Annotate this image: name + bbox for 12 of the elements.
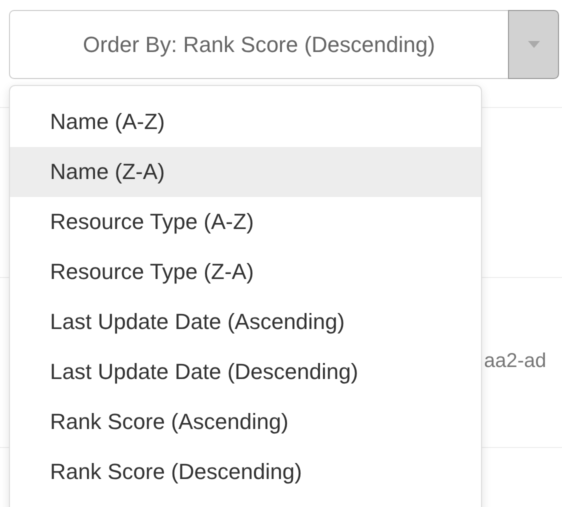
menu-item[interactable]: Resource Type (A-Z) xyxy=(10,197,481,247)
menu-item[interactable]: Resource Type (Z-A) xyxy=(10,247,481,297)
menu-item[interactable]: Last Update Date (Ascending) xyxy=(10,297,481,347)
menu-item[interactable]: Name (Z-A) xyxy=(10,147,481,197)
menu-item[interactable]: Rank Score (Descending) xyxy=(10,447,481,497)
menu-item[interactable]: Name (A-Z) xyxy=(10,97,481,147)
order-select[interactable]: Order By: Rank Score (Descending) xyxy=(9,10,508,79)
dropdown-toggle-button[interactable] xyxy=(508,10,559,79)
menu-item[interactable]: Rank Score (Ascending) xyxy=(10,397,481,447)
menu-item[interactable]: Last Update Date (Descending) xyxy=(10,347,481,397)
caret-icon xyxy=(528,41,540,48)
resource-id-text: aa2-ad xyxy=(484,350,546,373)
